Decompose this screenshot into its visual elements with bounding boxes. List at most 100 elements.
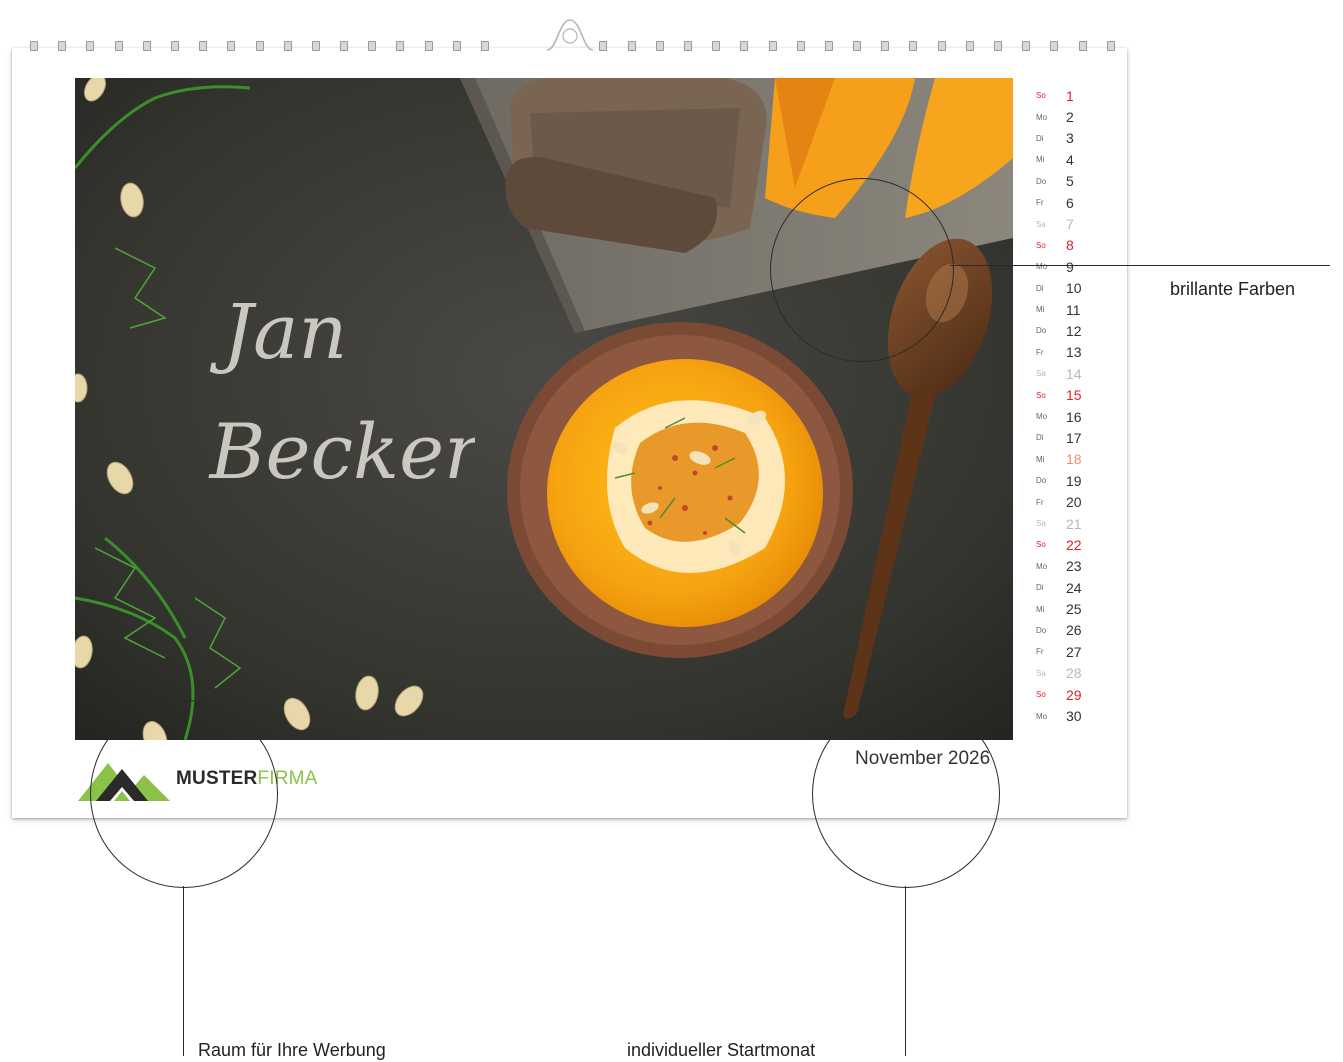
day-row: Do 12	[1036, 320, 1096, 341]
day-row: So 1	[1036, 85, 1096, 106]
script-line1: Jan	[210, 287, 348, 376]
weekday-label: Sa	[1036, 519, 1046, 528]
weekday-label: Sa	[1036, 668, 1046, 678]
weekday-label: Mi	[1036, 604, 1045, 614]
day-row: Fr 27	[1036, 641, 1096, 662]
day-number: 22	[1066, 536, 1082, 553]
weekday-label: Do	[1036, 176, 1047, 186]
calendar-photo: Jan Becker	[75, 78, 1013, 740]
callout-circle-colors	[770, 178, 954, 362]
weekday-label: Di	[1036, 133, 1044, 143]
day-row: Mi 25	[1036, 598, 1096, 619]
wire-loop	[30, 41, 38, 51]
wire-loop	[368, 41, 377, 51]
wire-loop	[255, 41, 264, 51]
wire-loop	[1050, 41, 1059, 51]
weekday-label: Mi	[1036, 155, 1045, 165]
callout-line-advertising	[183, 886, 184, 1056]
wire-loop	[340, 41, 349, 51]
day-row: Di 17	[1036, 427, 1096, 448]
callout-circle-advertising	[90, 700, 278, 888]
day-row: Do 19	[1036, 470, 1096, 491]
day-number: 21	[1066, 515, 1082, 532]
weekday-label: Fr	[1036, 347, 1044, 357]
weekday-label: Do	[1036, 326, 1047, 336]
day-row: So 8	[1036, 235, 1096, 256]
day-row: Sa 14	[1036, 363, 1096, 384]
day-number: 7	[1066, 216, 1074, 233]
weekday-label: Di	[1036, 433, 1044, 443]
callout-line-start-month	[905, 886, 906, 1056]
weekday-label: Fr	[1036, 497, 1044, 507]
day-number: 1	[1066, 87, 1074, 104]
weekday-label: Di	[1036, 583, 1044, 593]
weekday-label: Sa	[1036, 219, 1046, 229]
wire-loop	[683, 41, 692, 51]
day-number: 30	[1066, 708, 1082, 725]
day-number: 24	[1066, 579, 1082, 596]
weekday-label: Mo	[1036, 561, 1048, 571]
wire-loop	[58, 41, 67, 51]
day-row: So 29	[1036, 684, 1096, 705]
wire-loop	[199, 41, 208, 51]
day-number: 16	[1066, 408, 1082, 425]
wire-loop	[396, 41, 405, 51]
day-number: 29	[1066, 686, 1082, 703]
weekday-label: So	[1036, 540, 1046, 550]
wire-loop	[170, 41, 179, 51]
wire-loop	[881, 41, 890, 51]
day-row: Sa 21	[1036, 513, 1096, 534]
day-row: Fr 13	[1036, 342, 1096, 363]
weekday-label: Do	[1036, 625, 1047, 635]
weekday-label: So	[1036, 240, 1046, 250]
weekday-label: Mo	[1036, 711, 1048, 721]
name-chalk-script: Jan Becker	[208, 287, 475, 496]
weekday-label: Mo	[1036, 112, 1048, 122]
day-row: Do 26	[1036, 620, 1096, 641]
day-number: 20	[1066, 494, 1082, 511]
day-row: Sa 28	[1036, 663, 1096, 684]
weekday-label: So	[1036, 91, 1046, 101]
day-row: So 22	[1036, 534, 1096, 555]
wire-loop	[909, 41, 918, 51]
day-row: Mo 30	[1036, 705, 1096, 726]
day-number: 10	[1066, 280, 1082, 297]
day-row: Do 5	[1036, 171, 1096, 192]
day-row: Mi 4	[1036, 149, 1096, 170]
day-row: Mi 18	[1036, 449, 1096, 470]
weekday-label: So	[1036, 690, 1046, 700]
day-number: 17	[1066, 429, 1082, 446]
weekday-label: Do	[1036, 476, 1047, 486]
callout-text-start-month: individueller Startmonat	[627, 1040, 816, 1060]
day-number: 19	[1066, 472, 1082, 489]
day-list: So 1 Mo 2 Di 3 Mi 4 Do 5 Fr 6 Sa 7 So 8 Mo 9 Di 10 Mi 11 Do 12 F…	[1036, 85, 1096, 727]
wire-loop	[627, 41, 636, 51]
weekday-label: Di	[1036, 283, 1044, 293]
callout-line-colors	[950, 265, 1330, 266]
day-number: 12	[1066, 322, 1082, 339]
script-line2: Becker	[208, 407, 475, 496]
weekday-label: Mi	[1036, 305, 1045, 315]
day-row: Di 24	[1036, 577, 1096, 598]
day-number: 5	[1066, 173, 1074, 190]
day-row: Mo 9	[1036, 256, 1096, 277]
wire-loop	[599, 41, 608, 51]
weekday-label: Fr	[1036, 198, 1044, 208]
day-number: 27	[1066, 643, 1082, 660]
wire-loop	[994, 41, 1002, 51]
wire-loop	[853, 41, 862, 51]
wire-loop	[283, 41, 292, 51]
wire-binding	[30, 38, 1115, 54]
wire-loop	[424, 41, 433, 51]
day-row: So 15	[1036, 384, 1096, 405]
day-row: Di 3	[1036, 128, 1096, 149]
wire-loop	[227, 41, 236, 51]
wire-loop	[937, 41, 946, 51]
weekday-label: Mi	[1036, 454, 1045, 464]
wire-loop	[824, 41, 833, 51]
day-number: 15	[1066, 387, 1082, 404]
day-number: 2	[1066, 109, 1074, 126]
callout-circle-start-month	[812, 700, 1000, 888]
wire-loop	[655, 41, 664, 51]
wire-loop	[712, 41, 721, 51]
